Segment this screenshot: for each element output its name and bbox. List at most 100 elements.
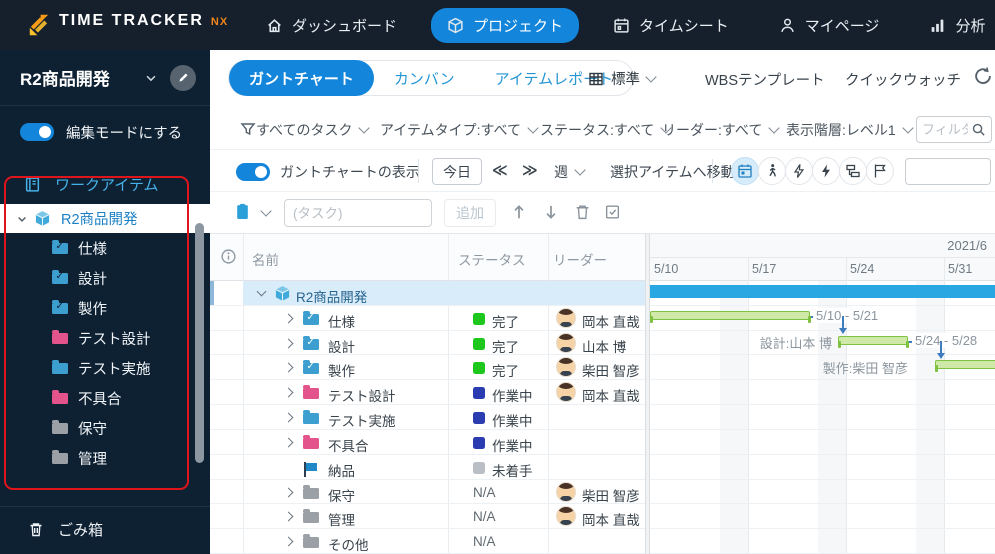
sidebar-section-workitems[interactable]: ワークアイテム xyxy=(0,164,210,204)
top-navigation: ダッシュボード プロジェクト タイムシート マイページ 分析 xyxy=(250,7,995,43)
table-row-R2商品開発[interactable]: R2商品開発 xyxy=(210,281,645,306)
tree-item-管理[interactable]: 管理 xyxy=(0,443,210,473)
table-row-製作[interactable]: 製作 完了 柴田 智彦 xyxy=(210,355,645,381)
quick-watch-link[interactable]: クイックウォッチ xyxy=(845,69,961,90)
filter-dropdown-4[interactable]: リーダー:すべて xyxy=(662,120,781,140)
add-button[interactable]: 追加 xyxy=(444,199,496,227)
table-row-設計[interactable]: 設計 完了 山本 博 xyxy=(210,331,645,356)
table-row-仕様[interactable]: 仕様 完了 岡本 直哉 xyxy=(210,306,645,331)
chevron-down-icon xyxy=(18,216,26,222)
chevron-right-icon[interactable] xyxy=(283,511,294,522)
chevron-down-icon[interactable] xyxy=(256,286,267,297)
chevron-right-icon[interactable] xyxy=(283,363,294,373)
tree-item-テスト設計[interactable]: テスト設計 xyxy=(0,323,210,353)
filter-search-input[interactable] xyxy=(922,122,968,137)
tree-item-R2商品開発[interactable]: R2商品開発 xyxy=(0,204,210,233)
checkbox-icon[interactable] xyxy=(604,203,621,221)
chevron-right-icon[interactable] xyxy=(283,338,294,349)
lightning-outline-icon-button[interactable] xyxy=(785,157,813,185)
chevron-right-icon[interactable] xyxy=(283,313,294,324)
new-task-input[interactable] xyxy=(284,199,432,227)
gantt-week-label: 5/17 xyxy=(752,262,777,276)
gantt-toolbar: ガントチャートの表示 今日 ≪ ≫ 週 選択アイテムへ移動 xyxy=(210,150,995,192)
edit-project-button[interactable] xyxy=(170,64,196,91)
nav-item-プロジェクト[interactable]: プロジェクト xyxy=(431,7,580,43)
column-header-name[interactable]: 名前 xyxy=(252,249,279,269)
table-row-不具合[interactable]: 不具合 作業中 xyxy=(210,430,645,455)
calendar-range-icon-button[interactable] xyxy=(731,157,759,185)
gantt-task-bar[interactable] xyxy=(934,360,995,373)
filter-dropdown-3[interactable]: ステータス:すべて xyxy=(540,120,673,140)
view-selector[interactable]: 標準 xyxy=(588,68,657,89)
column-header-status[interactable]: ステータス xyxy=(458,249,526,269)
wbs-template-link[interactable]: WBSテンプレート xyxy=(705,69,825,90)
tree-item-仕様[interactable]: 仕様 xyxy=(0,233,210,263)
chevron-right-icon[interactable] xyxy=(283,487,294,497)
chevron-right-icon[interactable] xyxy=(283,437,294,448)
flag-icon-button[interactable] xyxy=(866,157,894,185)
chevron-right-icon[interactable] xyxy=(283,387,294,398)
tab-ガントチャート[interactable]: ガントチャート xyxy=(229,60,374,96)
nav-item-分析[interactable]: 分析 xyxy=(913,8,995,43)
prev-page-icon[interactable]: ≪ xyxy=(492,161,509,179)
chevron-down-icon[interactable] xyxy=(144,71,158,85)
move-down-icon[interactable] xyxy=(542,203,560,221)
table-row-納品[interactable]: 納品 未着手 xyxy=(210,455,645,480)
chevron-down-icon[interactable] xyxy=(260,205,272,217)
table-row-その他[interactable]: その他 N/A xyxy=(210,529,645,554)
filter-dropdown-1[interactable]: すべてのタスク xyxy=(256,120,371,140)
nav-item-タイムシート[interactable]: タイムシート xyxy=(597,8,745,43)
status-color-square xyxy=(473,387,485,400)
sidebar-scrollbar[interactable] xyxy=(195,223,204,463)
nav-item-label: ダッシュボード xyxy=(292,17,398,35)
logo-icon xyxy=(26,12,52,38)
status-color-square xyxy=(473,362,485,375)
table-row-テスト実施[interactable]: テスト実施 作業中 xyxy=(210,405,645,430)
walker-icon-button[interactable] xyxy=(758,157,786,185)
gantt-task-bar[interactable] xyxy=(650,310,811,323)
status-label: 完了 xyxy=(492,314,519,330)
today-button[interactable]: 今日 xyxy=(432,158,482,185)
chevron-right-icon[interactable] xyxy=(283,412,294,423)
filter-search xyxy=(916,116,992,143)
trash-icon xyxy=(30,523,42,537)
table-row-テスト設計[interactable]: テスト設計 作業中 岡本 直哉 xyxy=(210,380,645,406)
gantt-summary-bar[interactable] xyxy=(650,285,995,298)
tree-item-テスト実施[interactable]: テスト実施 xyxy=(0,353,210,383)
task-type-icon[interactable] xyxy=(234,202,251,221)
tree-item-設計[interactable]: 設計 xyxy=(0,263,210,293)
gantt-visible-toggle[interactable] xyxy=(236,163,270,181)
info-icon[interactable] xyxy=(220,248,237,265)
table-row-保守[interactable]: 保守 N/A 柴田 智彦 xyxy=(210,480,645,505)
hierarchy-icon-button[interactable] xyxy=(839,157,867,185)
edit-mode-toggle[interactable] xyxy=(20,123,54,141)
move-to-selected-link[interactable]: 選択アイテムへ移動 xyxy=(610,162,735,182)
delete-icon[interactable] xyxy=(574,203,591,221)
calendar-icon xyxy=(613,17,630,34)
trash-item[interactable]: ごみ箱 xyxy=(0,506,210,540)
gantt-week-label: 5/31 xyxy=(948,262,973,276)
filter-dropdown-2[interactable]: アイテムタイプ:すべて xyxy=(380,120,539,140)
tree-item-製作[interactable]: 製作 xyxy=(0,293,210,323)
next-page-icon[interactable]: ≫ xyxy=(522,161,539,179)
chevron-right-icon[interactable] xyxy=(283,536,294,547)
filter-dropdown-5[interactable]: 表示階層:レベル1 xyxy=(786,120,914,140)
tree-item-保守[interactable]: 保守 xyxy=(0,413,210,443)
filter-icon xyxy=(240,121,256,137)
gantt-task-bar[interactable] xyxy=(837,335,909,348)
scale-label: 週 xyxy=(554,164,568,180)
lightning-filled-icon-button[interactable] xyxy=(812,157,840,185)
folder-blue-icon xyxy=(303,410,319,425)
dependency-arrow-icon xyxy=(838,328,847,334)
nav-item-ダッシュボード[interactable]: ダッシュボード xyxy=(250,8,413,43)
column-header-leader[interactable]: リーダー xyxy=(553,249,607,269)
gantt-toolbar-input[interactable] xyxy=(905,158,991,185)
move-up-icon[interactable] xyxy=(510,203,528,221)
tree-item-不具合[interactable]: 不具合 xyxy=(0,383,210,413)
table-row-管理[interactable]: 管理 N/A 岡本 直哉 xyxy=(210,504,645,530)
bar-chart-icon xyxy=(929,17,946,34)
nav-item-マイページ[interactable]: マイページ xyxy=(763,8,896,43)
tab-カンバン[interactable]: カンバン xyxy=(374,60,475,96)
refresh-icon[interactable] xyxy=(973,66,993,86)
scale-selector[interactable]: 週 xyxy=(554,162,586,182)
